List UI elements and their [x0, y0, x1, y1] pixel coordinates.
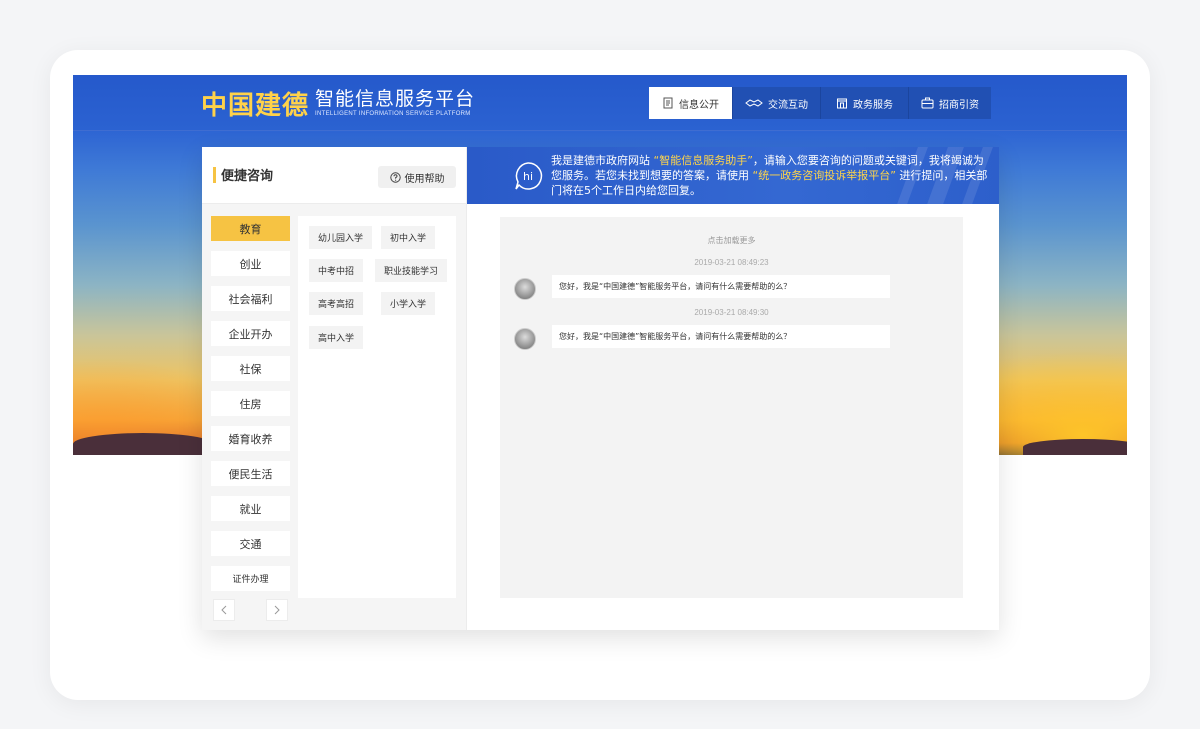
assistant-name-highlight: “智能信息服务助手” — [653, 154, 753, 167]
category-item[interactable]: 社会福利 — [211, 286, 290, 311]
category-item[interactable]: 住房 — [211, 391, 290, 416]
nav-label: 信息公开 — [679, 99, 719, 111]
nav-label: 交流互动 — [768, 99, 808, 111]
question-circle-icon — [389, 171, 401, 183]
nav-investment[interactable]: 招商引资 — [909, 87, 991, 119]
document-icon — [663, 97, 673, 109]
hi-chat-icon: hi — [515, 162, 543, 190]
chat-message: 您好，我是“中国建德”智能服务平台，请问有什么需要帮助的么？ — [552, 325, 890, 348]
help-label: 使用帮助 — [404, 173, 445, 185]
prev-page-button[interactable] — [213, 599, 235, 621]
load-more-link[interactable]: 点击加载更多 — [500, 235, 963, 246]
logo-main-text: 中国建德 — [201, 90, 310, 121]
briefcase-icon — [921, 97, 934, 109]
category-item[interactable]: 就业 — [211, 496, 290, 521]
subcategory-item[interactable]: 小学入学 — [381, 292, 436, 315]
nav-label: 政务服务 — [853, 99, 893, 111]
chat-message: 您好，我是“中国建德”智能服务平台，请问有什么需要帮助的么？ — [552, 275, 890, 298]
consult-header: 便捷咨询 使用帮助 — [202, 147, 467, 204]
site-logo[interactable]: 中国建德 智能信息服务平台 INTELLIGENT INFORMATION SE… — [201, 85, 475, 121]
subcategory-item[interactable]: 高中入学 — [309, 326, 364, 349]
banner-message: 我是建德市政府网站 “智能信息服务助手”，请输入您要咨询的问题或关键词，我将竭诚… — [551, 153, 991, 198]
horizon-hill — [1023, 439, 1127, 455]
subcategory-item[interactable]: 幼儿园入学 — [309, 226, 373, 249]
subcategory-item[interactable]: 高考高招 — [309, 292, 364, 315]
category-section: 教育 创业 社会福利 企业开办 社保 住房 婚育收养 便民生活 就业 交通 证件… — [202, 204, 467, 630]
next-page-button[interactable] — [266, 599, 288, 621]
horizon-hill — [73, 433, 213, 455]
nav-info-disclosure[interactable]: 信息公开 — [649, 87, 733, 119]
logo-subtitle: INTELLIGENT INFORMATION SERVICE PLATFORM — [315, 111, 471, 117]
consult-title: 便捷咨询 — [221, 169, 274, 184]
title-accent-bar — [213, 167, 216, 183]
logo-subtext: 智能信息服务平台 INTELLIGENT INFORMATION SERVICE… — [315, 88, 475, 118]
category-item[interactable]: 便民生活 — [211, 461, 290, 486]
bot-avatar — [514, 278, 536, 300]
hi-icon-text: hi — [523, 170, 533, 183]
category-item[interactable]: 教育 — [211, 216, 290, 241]
assistant-banner: hi 我是建德市政府网站 “智能信息服务助手”，请输入您要咨询的问题或关键词，我… — [467, 147, 999, 204]
subcategory-item[interactable]: 职业技能学习 — [375, 259, 448, 282]
complaint-platform-link[interactable]: “统一政务咨询投诉举报平台” — [753, 169, 896, 182]
category-item[interactable]: 交通 — [211, 531, 290, 556]
message-timestamp: 2019-03-21 08:49:30 — [694, 308, 769, 317]
logo-title: 智能信息服务平台 — [315, 88, 476, 110]
category-item[interactable]: 社保 — [211, 356, 290, 381]
category-item[interactable]: 创业 — [211, 251, 290, 276]
category-item[interactable]: 婚育收养 — [211, 426, 290, 451]
bot-avatar — [514, 328, 536, 350]
category-item[interactable]: 证件办理 — [211, 566, 290, 591]
chevron-left-icon — [221, 605, 227, 615]
handshake-icon — [745, 99, 763, 107]
help-button[interactable]: 使用帮助 — [378, 166, 456, 188]
nav-interaction[interactable]: 交流互动 — [733, 87, 821, 119]
chat-window[interactable]: 点击加载更多 2019-03-21 08:49:23 您好，我是“中国建德”智能… — [500, 217, 963, 598]
message-timestamp: 2019-03-21 08:49:23 — [694, 258, 769, 267]
subcategory-panel: 幼儿园入学 初中入学 中考中招 职业技能学习 高考高招 小学入学 高中入学 — [298, 216, 456, 598]
nav-gov-service[interactable]: 政务服务 — [821, 87, 909, 119]
top-nav: 信息公开 交流互动 政务服务 招商引资 — [649, 87, 991, 119]
consult-panel: 便捷咨询 使用帮助 教育 创业 社会福利 企业开办 社保 住房 婚育收养 便民生… — [202, 147, 999, 630]
building-icon — [837, 98, 847, 109]
subcategory-item[interactable]: 中考中招 — [309, 259, 364, 282]
banner-text-part: 我是建德市政府网站 — [551, 154, 654, 167]
nav-label: 招商引资 — [939, 99, 979, 111]
category-list: 教育 创业 社会福利 企业开办 社保 住房 婚育收养 便民生活 就业 交通 证件… — [211, 216, 290, 601]
subcategory-item[interactable]: 初中入学 — [381, 226, 436, 249]
category-item[interactable]: 企业开办 — [211, 321, 290, 346]
chevron-right-icon — [274, 605, 280, 615]
